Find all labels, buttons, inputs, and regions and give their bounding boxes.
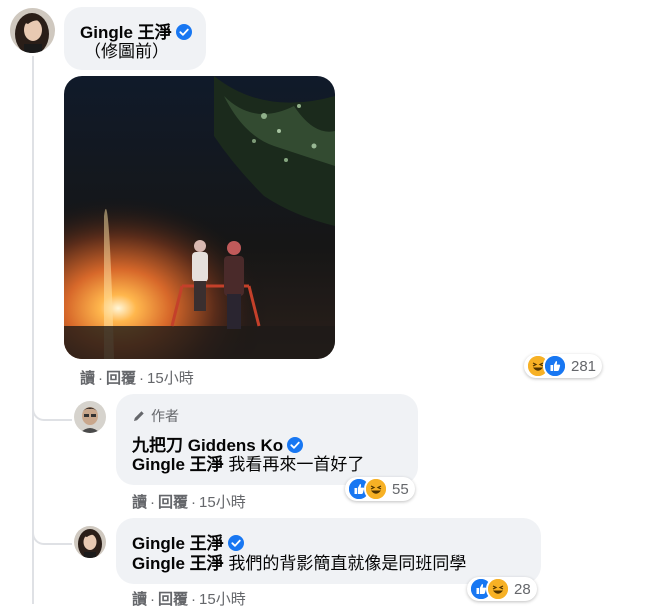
reaction-summary[interactable]: 28 [467, 577, 537, 601]
comment-actions: 讀 · 回覆 · 15小時 [132, 591, 246, 608]
mention-link[interactable]: Gingle 王淨 [132, 554, 224, 573]
comment-timestamp[interactable]: 15小時 [147, 370, 194, 387]
comment-author[interactable]: Gingle 王淨 [80, 23, 172, 42]
reaction-summary[interactable]: 281 [524, 354, 603, 378]
like-icon [543, 354, 567, 378]
comment-photo[interactable] [64, 76, 335, 359]
avatar[interactable] [74, 401, 106, 433]
haha-icon [364, 477, 388, 501]
reply-link[interactable]: 回覆 [158, 591, 188, 608]
comment-timestamp[interactable]: 15小時 [199, 591, 246, 608]
comment-bubble: 作者 九把刀 Giddens Ko Gingle 王淨 我看再來一首好了 [116, 394, 418, 485]
reply-connector [32, 505, 72, 545]
comment-bubble: Gingle 王淨 （修圖前） [64, 7, 206, 70]
verified-badge-icon [175, 24, 192, 45]
reaction-count: 281 [571, 357, 597, 375]
avatar[interactable] [74, 526, 106, 558]
comment-text: 我們的背影簡直就像是同班同學 [228, 554, 467, 573]
read-link[interactable]: 讀 [132, 494, 147, 511]
comment-actions: 讀 · 回覆 · 15小時 [80, 370, 194, 387]
comment-actions: 讀 · 回覆 · 15小時 [132, 494, 246, 511]
author-badge: 作者 [132, 406, 179, 426]
reply-link[interactable]: 回覆 [158, 494, 188, 511]
read-link[interactable]: 讀 [132, 591, 147, 608]
comment-text: 我看再來一首好了 [228, 455, 365, 474]
comment-author[interactable]: 九把刀 Giddens Ko [132, 436, 283, 455]
reply-link[interactable]: 回覆 [106, 370, 136, 387]
comment-timestamp[interactable]: 15小時 [199, 494, 246, 511]
reaction-count: 28 [514, 580, 531, 598]
comment-author[interactable]: Gingle 王淨 [132, 534, 224, 553]
pencil-icon [134, 411, 144, 421]
comment-bubble: Gingle 王淨 Gingle 王淨 我們的背影簡直就像是同班同學 [116, 518, 541, 584]
read-link[interactable]: 讀 [80, 370, 95, 387]
author-badge-label: 作者 [151, 408, 179, 424]
comment-text: （修圖前） [84, 42, 169, 61]
reaction-count: 55 [392, 480, 409, 498]
reaction-summary[interactable]: 55 [345, 477, 415, 501]
haha-icon [486, 577, 510, 601]
mention-link[interactable]: Gingle 王淨 [132, 455, 224, 474]
reply-connector [32, 385, 72, 421]
avatar[interactable] [10, 8, 55, 53]
